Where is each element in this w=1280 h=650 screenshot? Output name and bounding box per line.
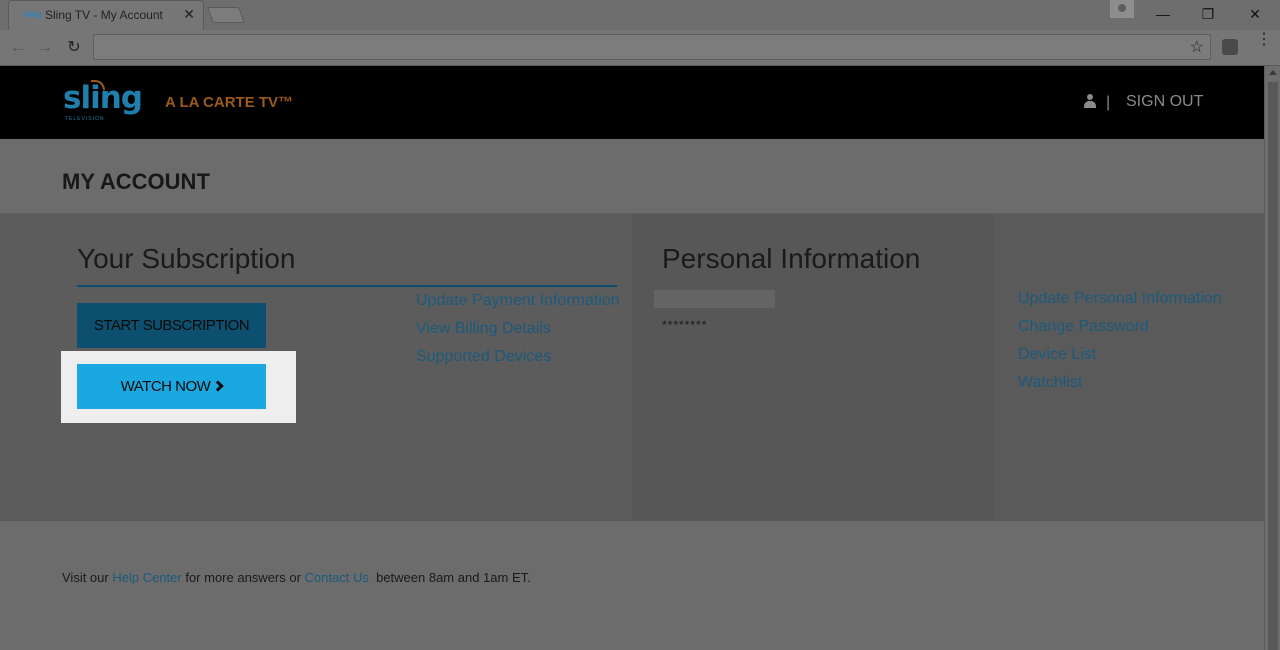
bookmark-star-icon[interactable]: ☆ bbox=[1190, 37, 1204, 57]
browser-tab[interactable]: sling Sling TV - My Account ✕ bbox=[8, 0, 204, 30]
view-billing-link[interactable]: View Billing Details bbox=[416, 320, 551, 338]
update-personal-info-link[interactable]: Update Personal Information bbox=[1018, 290, 1222, 308]
subscription-divider bbox=[77, 285, 617, 287]
update-payment-link[interactable]: Update Payment Information bbox=[416, 292, 620, 310]
forward-icon[interactable]: → bbox=[35, 38, 55, 58]
extension-icon[interactable] bbox=[1222, 39, 1238, 55]
contact-us-link[interactable]: Contact Us bbox=[305, 570, 369, 585]
supported-devices-link[interactable]: Supported Devices bbox=[416, 348, 551, 366]
chevron-right-icon bbox=[212, 380, 224, 392]
header-separator: | bbox=[1106, 94, 1111, 111]
personal-links-panel bbox=[994, 214, 1264, 521]
watch-now-label: WATCH NOW bbox=[120, 378, 211, 395]
personal-info-heading: Personal Information bbox=[662, 243, 921, 274]
browser-menu-icon[interactable]: ⋮ bbox=[1256, 32, 1272, 48]
device-list-link[interactable]: Device List bbox=[1018, 346, 1096, 364]
account-content: Your Subscription START SUBSCRIPTION WAT… bbox=[0, 214, 1264, 521]
page-title: MY ACCOUNT bbox=[62, 169, 210, 194]
password-mask: ******** bbox=[662, 318, 708, 332]
back-icon[interactable]: ← bbox=[8, 38, 28, 58]
restore-button[interactable]: ❐ bbox=[1193, 4, 1223, 24]
page-scrollbar[interactable] bbox=[1264, 66, 1280, 650]
profile-icon[interactable] bbox=[1110, 0, 1134, 18]
minimize-button[interactable]: — bbox=[1148, 4, 1178, 24]
browser-tab-strip: sling Sling TV - My Account ✕ — ❐ ✕ bbox=[0, 0, 1280, 30]
footer-prefix: Visit our bbox=[62, 570, 113, 585]
watch-now-button[interactable]: WATCH NOW bbox=[77, 364, 266, 409]
footer-text: Visit our Help Center for more answers o… bbox=[62, 570, 531, 585]
sign-out-link[interactable]: SIGN OUT bbox=[1126, 93, 1203, 111]
help-center-link[interactable]: Help Center bbox=[112, 570, 181, 585]
scroll-thumb[interactable] bbox=[1268, 82, 1278, 650]
tab-title: Sling TV - My Account bbox=[45, 8, 163, 22]
footer-middle: for more answers or bbox=[181, 570, 305, 585]
tagline: A LA CARTE TV™ bbox=[165, 94, 294, 111]
site-header: sling TELEVISION A LA CARTE TV™ | SIGN O… bbox=[0, 66, 1264, 139]
logo-subtitle: TELEVISION bbox=[65, 116, 105, 122]
scroll-up-icon[interactable] bbox=[1269, 70, 1277, 75]
change-password-link[interactable]: Change Password bbox=[1018, 318, 1149, 336]
start-subscription-button[interactable]: START SUBSCRIPTION bbox=[77, 303, 266, 348]
reload-icon[interactable]: ↻ bbox=[64, 38, 84, 58]
subscription-heading: Your Subscription bbox=[77, 243, 296, 274]
new-tab-button[interactable] bbox=[207, 7, 245, 23]
account-title-bar: MY ACCOUNT bbox=[0, 139, 1264, 214]
tab-close-icon[interactable]: ✕ bbox=[183, 6, 195, 23]
page: sling TELEVISION A LA CARTE TV™ | SIGN O… bbox=[0, 66, 1264, 650]
browser-toolbar: ← → ↻ ☆ ⋮ bbox=[0, 30, 1280, 66]
watchlist-link[interactable]: Watchlist bbox=[1018, 374, 1082, 392]
sling-favicon-icon: sling bbox=[23, 10, 42, 19]
address-bar[interactable]: ☆ bbox=[93, 34, 1211, 60]
redacted-name bbox=[654, 290, 775, 308]
footer-suffix: between 8am and 1am ET. bbox=[368, 570, 531, 585]
close-window-button[interactable]: ✕ bbox=[1240, 4, 1270, 24]
user-icon bbox=[1084, 94, 1096, 108]
